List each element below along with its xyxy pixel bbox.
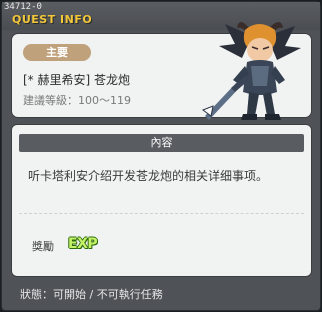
quest-level-requirement: 建議等級：100～119 — [23, 94, 131, 107]
content-header: 內容 — [19, 134, 304, 152]
quest-name: [* 赫里希安] 苍龙炮 — [23, 73, 130, 87]
quest-id: 34712-0 — [4, 2, 42, 12]
quest-status: 狀態：可開始 / 不可執行任務 — [20, 288, 163, 301]
divider — [19, 213, 304, 214]
npc-portrait — [201, 22, 301, 120]
window-title: QUEST INFO — [12, 13, 93, 26]
quest-info-window: 34712-0 QUEST INFO 主要 [* 赫里希安] 苍龙炮 建議等級：… — [1, 1, 321, 311]
reward-label: 獎勵 — [32, 240, 54, 253]
quest-description: 听卡塔利安介绍开发苍龙炮的相关详细事项。 — [28, 169, 269, 183]
quest-header-panel: 主要 [* 赫里希安] 苍龙炮 建議等級：100～119 — [11, 22, 312, 120]
quest-content-panel: 內容 听卡塔利安介绍开发苍龙炮的相关详细事项。 獎勵 EXP — [11, 124, 312, 277]
exp-reward-icon: EXP — [68, 236, 98, 252]
quest-category-badge: 主要 — [23, 44, 91, 61]
